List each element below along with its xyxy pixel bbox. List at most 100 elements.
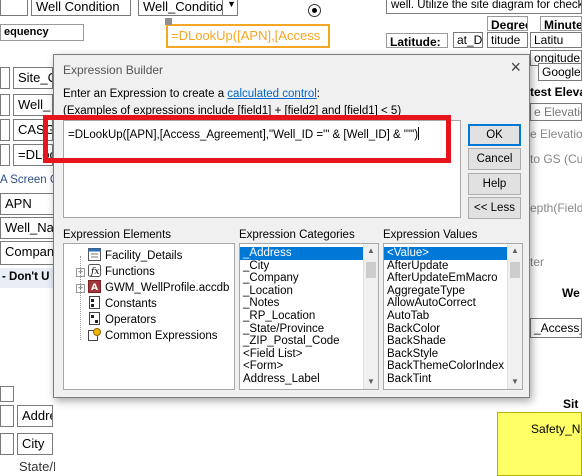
latitude-label: Latitude: (386, 33, 448, 48)
safety-notes-label: Safety_N (531, 422, 581, 436)
google-button[interactable]: Google (538, 63, 582, 81)
minute-label: Minute (540, 16, 582, 31)
dialog-title: Expression Builder (63, 63, 164, 77)
scroll-thumb[interactable] (366, 262, 376, 278)
scroll-down-icon[interactable]: ▼ (508, 375, 522, 389)
site-header-label: Sit (563, 397, 579, 411)
latitude-minute[interactable]: Latitu (530, 32, 582, 48)
scroll-down-icon[interactable]: ▼ (364, 375, 378, 389)
state-label: State/Province (19, 459, 55, 474)
well-name-item[interactable]: Well_Na (0, 217, 54, 239)
red-highlight-box (43, 115, 451, 163)
latitude-degree[interactable]: titude (487, 32, 528, 48)
value-item[interactable]: BackTint (384, 373, 507, 386)
apn-item[interactable]: APN (0, 193, 54, 215)
category-item[interactable]: <Field List> (240, 348, 363, 361)
expression-categories-list[interactable]: _Address _City _Company _Location _Notes… (239, 243, 379, 390)
category-item[interactable]: _Company (240, 272, 363, 285)
test-elevation-label: test Elevat (530, 85, 582, 99)
value-item[interactable]: BackThemeColorIndex (384, 360, 507, 373)
well-condition-combo[interactable]: Well_Conditior (138, 0, 224, 16)
category-item[interactable]: _City (240, 260, 363, 273)
value-item[interactable]: BackShade (384, 335, 507, 348)
left-box-7[interactable] (0, 433, 14, 455)
scroll-up-icon[interactable]: ▲ (364, 244, 378, 258)
category-item[interactable]: Address_Label (240, 373, 363, 386)
left-box-5[interactable] (0, 386, 14, 402)
tree-item-operators[interactable]: Operators (88, 312, 156, 326)
elements-label: Expression Elements (63, 229, 172, 241)
value-item[interactable]: AggregateType (384, 285, 507, 298)
safety-notes-box[interactable]: Safety_N (497, 412, 582, 476)
expression-elements-tree[interactable]: Facility_Details + fx Functions + A GWM_We… (63, 243, 235, 390)
left-box-4[interactable] (0, 144, 10, 166)
selected-text-control[interactable]: =DLookUp([APN],[Access (166, 24, 330, 48)
tree-item-constants[interactable]: Constants (88, 296, 157, 310)
left-box-3[interactable] (0, 119, 10, 141)
dont-use-label: - Don't U (0, 268, 54, 288)
well-header-label: We (562, 286, 580, 300)
expression-values-list[interactable]: <Value> AfterUpdate AfterUpdateEmMacro A… (383, 243, 523, 390)
left-box-1[interactable] (0, 67, 10, 89)
category-item[interactable]: _State/Province (240, 323, 363, 336)
access-field[interactable]: _Access_ (530, 318, 582, 338)
elevation-label: e Elevatio (530, 127, 582, 141)
value-item[interactable]: AllowAutoCorrect (384, 297, 507, 310)
calculated-control-link[interactable]: calculated control (227, 88, 317, 100)
category-item[interactable]: _Location (240, 285, 363, 298)
categories-scrollbar[interactable]: ▲ ▼ (363, 244, 378, 389)
radio-button[interactable] (308, 4, 321, 17)
operators-icon (88, 312, 101, 325)
svg-text:A: A (91, 283, 98, 293)
tree-item-database[interactable]: A GWM_WellProfile.accdb (88, 280, 229, 294)
categories-label: Expression Categories (239, 229, 355, 241)
address-label: Addre (17, 405, 53, 427)
values-scrollbar[interactable]: ▲ ▼ (507, 244, 522, 389)
tree-item-common-expressions[interactable]: Common Expressions (88, 328, 217, 342)
site-field[interactable]: Site_C (13, 67, 53, 89)
city-label: City (17, 433, 53, 455)
left-box-6[interactable] (0, 405, 14, 427)
depth-field-label: epth(Field (530, 201, 582, 215)
category-item[interactable]: _Notes (240, 297, 363, 310)
constants-icon (88, 296, 101, 309)
value-item[interactable]: AfterUpdateEmMacro (384, 272, 507, 285)
tree-item-facility-details[interactable]: Facility_Details (88, 248, 182, 262)
instruction-line: Enter an Expression to create a calculat… (63, 88, 320, 100)
functions-icon: fx (88, 264, 101, 277)
elevation-field[interactable]: e Elevation (530, 103, 582, 121)
instruction-text: well. Utilize the site diagram for check (386, 0, 582, 14)
less-button[interactable]: << Less (468, 197, 521, 219)
instruction-suffix: : (316, 88, 320, 100)
degree-label: Degree (487, 16, 528, 31)
help-button[interactable]: Help (468, 173, 521, 195)
category-item[interactable]: _RP_Location (240, 310, 363, 323)
close-icon[interactable]: × (510, 58, 521, 76)
latitude-value[interactable]: at_D (453, 32, 483, 48)
left-box-2[interactable] (0, 94, 10, 116)
scroll-thumb[interactable] (510, 262, 520, 278)
value-item[interactable]: AfterUpdate (384, 260, 507, 273)
values-label: Expression Values (383, 229, 478, 241)
value-item[interactable]: <Value> (384, 247, 507, 260)
category-item[interactable]: _ZIP_Postal_Code (240, 335, 363, 348)
value-item[interactable]: BackStyle (384, 348, 507, 361)
tree-item-functions[interactable]: fx Functions (88, 264, 155, 278)
value-item[interactable]: BackColor (384, 323, 507, 336)
svg-text:fx: fx (90, 267, 99, 277)
ok-button[interactable]: OK (468, 124, 521, 146)
chevron-down-icon[interactable]: ▼ (222, 0, 238, 16)
well-field[interactable]: Well_ (13, 94, 53, 116)
move-handle[interactable] (165, 18, 172, 25)
category-item[interactable]: _Address (240, 247, 363, 260)
scroll-up-icon[interactable]: ▲ (508, 244, 522, 258)
instruction-prefix: Enter an Expression to create a (63, 88, 228, 100)
frequency-label: equency (0, 24, 84, 41)
company-item[interactable]: Compan (0, 241, 54, 265)
cancel-button[interactable]: Cancel (468, 148, 521, 170)
value-item[interactable]: AutoTab (384, 310, 507, 323)
category-item[interactable]: <Form> (240, 360, 363, 373)
tree-line (80, 256, 81, 340)
combo-partial-left[interactable] (0, 0, 28, 16)
well-condition-combo-label[interactable]: Well Condition (31, 0, 131, 16)
